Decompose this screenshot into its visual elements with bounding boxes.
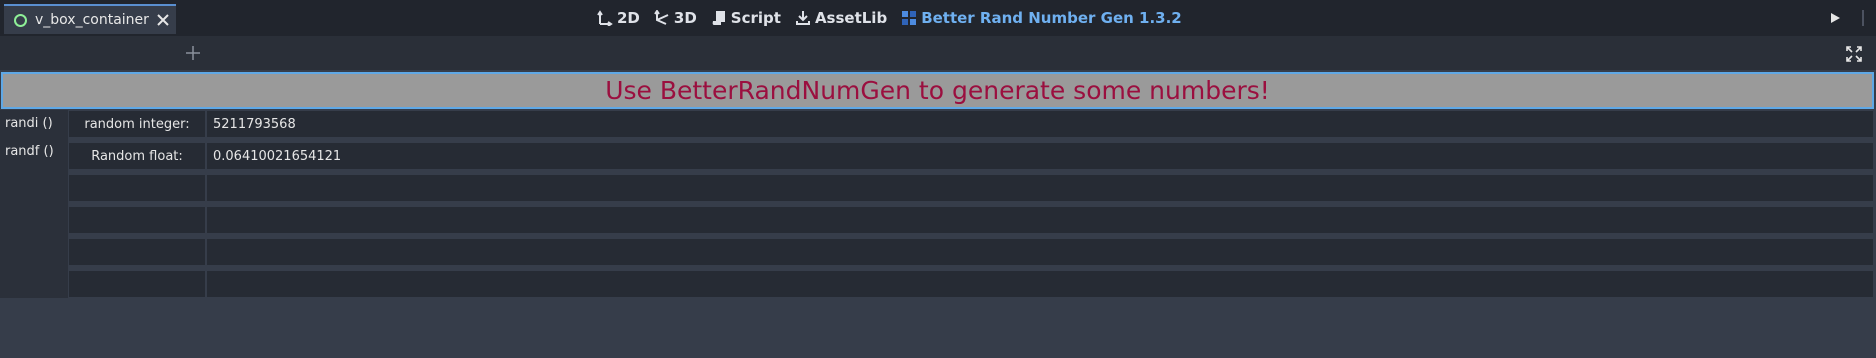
run-controls xyxy=(1812,0,1876,36)
row-value xyxy=(207,207,1873,235)
workspace-switcher: 2D 3D Script AssetLib Better Rand Number… xyxy=(590,0,1189,36)
plugin-icon xyxy=(902,11,917,25)
scene-tab-label: v_box_container xyxy=(35,12,149,28)
close-icon xyxy=(157,14,170,26)
row-value xyxy=(207,175,1873,203)
row-label xyxy=(69,207,205,235)
row-label xyxy=(69,239,205,267)
workspace-3d-button[interactable]: 3D xyxy=(647,0,704,36)
row-value: 0.06410021654121 xyxy=(207,143,1873,171)
scene-tab[interactable]: v_box_container xyxy=(4,4,176,34)
workspace-3d-label: 3D xyxy=(673,9,697,27)
row-label: random integer: xyxy=(69,111,205,139)
workspace-script-label: Script xyxy=(730,9,781,27)
row-value xyxy=(207,239,1873,267)
play-icon xyxy=(1831,13,1840,23)
scene-tab-strip xyxy=(0,36,1876,70)
workspace-2d-label: 2D xyxy=(617,9,640,27)
script-icon xyxy=(712,11,725,25)
header-banner: Use BetterRandNumGen to generate some nu… xyxy=(1,72,1874,109)
row-label xyxy=(69,271,205,299)
main-content: randi () randf () random integer: 521179… xyxy=(0,110,1876,358)
fullscreen-icon[interactable] xyxy=(1846,46,1862,62)
play-button[interactable] xyxy=(1822,5,1848,31)
row-value: 5211793568 xyxy=(207,111,1873,139)
row-label xyxy=(69,175,205,203)
workspace-plugin-label: Better Rand Number Gen 1.3.2 xyxy=(921,9,1182,27)
2d-icon xyxy=(597,10,613,26)
close-tab-button[interactable] xyxy=(157,11,170,29)
assetlib-icon xyxy=(795,11,810,25)
scene-node-icon xyxy=(14,13,27,27)
workspace-assetlib-label: AssetLib xyxy=(814,9,888,27)
row-label: Random float: xyxy=(69,143,205,171)
3d-icon xyxy=(654,10,669,25)
top-bar: 2D 3D Script AssetLib Better Rand Number… xyxy=(0,0,1876,36)
randi-button[interactable]: randi () xyxy=(5,116,53,131)
toolbar-divider xyxy=(1862,10,1864,26)
row-value xyxy=(207,271,1873,299)
add-tab-icon[interactable] xyxy=(184,44,202,62)
workspace-plugin-button[interactable]: Better Rand Number Gen 1.3.2 xyxy=(894,0,1189,36)
workspace-script-button[interactable]: Script xyxy=(704,0,788,36)
workspace-2d-button[interactable]: 2D xyxy=(590,0,647,36)
button-column xyxy=(0,110,68,298)
workspace-assetlib-button[interactable]: AssetLib xyxy=(788,0,894,36)
randf-button[interactable]: randf () xyxy=(5,144,54,159)
